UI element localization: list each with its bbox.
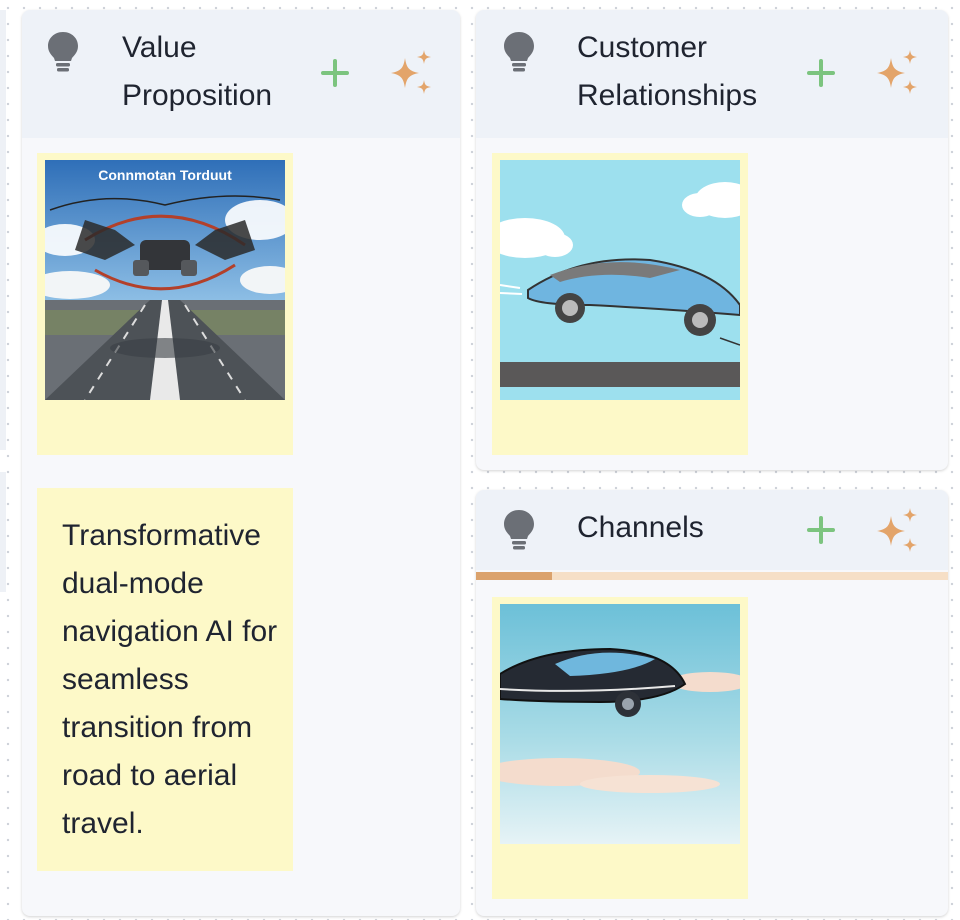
image-caption: Connmotan Torduut	[98, 167, 232, 183]
text-note[interactable]: Transformative dual-mode navigation AI f…	[37, 488, 293, 871]
plus-icon[interactable]	[320, 58, 350, 88]
lightbulb-icon	[504, 32, 534, 72]
image-note[interactable]	[492, 597, 748, 899]
progress-fill	[476, 572, 552, 580]
panel-customer-relationships: Customer Relationships	[476, 10, 948, 470]
panel-header: Channels	[476, 490, 948, 570]
image-note[interactable]: Connmotan Torduut	[37, 153, 293, 455]
flying-car-image	[500, 604, 740, 844]
lightbulb-icon	[504, 510, 534, 550]
drone-runway-image: Connmotan Torduut	[45, 160, 285, 400]
sparkles-icon[interactable]	[874, 48, 920, 96]
image-note[interactable]	[492, 153, 748, 455]
plus-icon[interactable]	[806, 515, 836, 545]
panel-channels: Channels	[476, 490, 948, 916]
panel-title: Value Proposition	[122, 31, 273, 112]
plus-icon[interactable]	[806, 58, 836, 88]
panel-header: Customer Relationships	[476, 10, 948, 138]
panel-title: Customer Relationships	[577, 31, 758, 112]
adjacent-panel-edge	[0, 0, 8, 920]
sparkles-icon[interactable]	[388, 48, 434, 96]
panel-header: Value Proposition	[22, 10, 460, 138]
lightbulb-icon	[48, 32, 78, 72]
panel-title: Channels	[577, 511, 704, 544]
sports-car-image	[500, 160, 740, 400]
progress-bar	[476, 572, 948, 580]
sparkles-icon[interactable]	[874, 506, 920, 554]
panel-value-proposition: Value Proposition Connmotan Torduut Tran…	[22, 10, 460, 916]
note-text: Transformative dual-mode navigation AI f…	[62, 519, 278, 840]
